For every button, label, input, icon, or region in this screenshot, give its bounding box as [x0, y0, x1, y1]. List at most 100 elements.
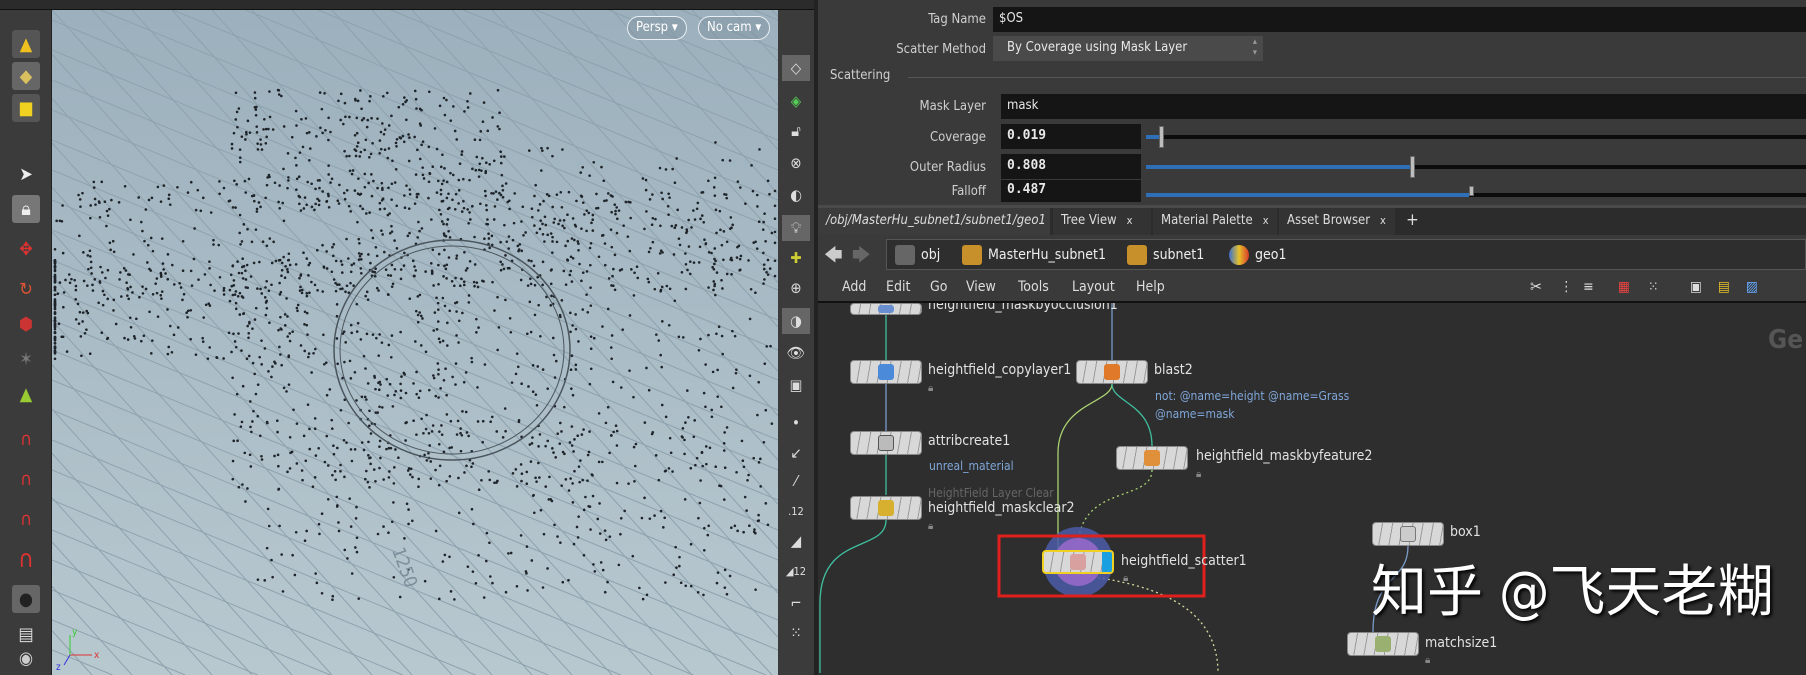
point-normals-icon[interactable]: ↙: [782, 440, 810, 466]
tab-network-path[interactable]: /obj/MasterHu_subnet1/subnet1/geo1x: [818, 208, 1062, 235]
scale-icon[interactable]: ⬢: [12, 310, 40, 338]
breadcrumb-obj[interactable]: obj: [895, 245, 940, 265]
scatter-point: [336, 362, 339, 366]
scatter-point: [53, 273, 57, 277]
scatter-point: [267, 524, 271, 528]
scatter-point: [346, 557, 349, 560]
falloff-input[interactable]: 0.487: [1001, 180, 1141, 202]
snap-point-icon[interactable]: ∩: [12, 505, 40, 533]
handle-icon[interactable]: ▲: [12, 380, 40, 408]
camera-menu-button[interactable]: No cam ▾: [698, 16, 771, 40]
geometry-select-icon[interactable]: ■: [12, 94, 40, 122]
select-arrow-icon[interactable]: ➤: [12, 160, 40, 188]
back-arrow-icon[interactable]: 🡄: [824, 243, 843, 273]
headlight-off-icon[interactable]: ⊗: [782, 150, 810, 176]
node-heightfield-scatter[interactable]: [1042, 550, 1114, 574]
component-select-icon[interactable]: ◆: [12, 62, 40, 90]
shading-icon[interactable]: ◐: [782, 182, 810, 208]
mask-layer-input[interactable]: mask: [1001, 94, 1806, 119]
node-maskbyocclusion[interactable]: [850, 303, 922, 315]
outer-radius-slider[interactable]: [1146, 156, 1806, 178]
tools-icon[interactable]: ✂: [1530, 277, 1542, 296]
scatter-method-dropdown[interactable]: By Coverage using Mask Layer ▴ ▾: [993, 36, 1263, 61]
scene-viewport[interactable]: 1250 x y z Persp ▾ No cam ▾: [52, 10, 778, 675]
close-tab-icon[interactable]: x: [1380, 214, 1386, 227]
checker-shading-icon[interactable]: ◑: [782, 308, 810, 334]
scatter-point: [468, 178, 471, 182]
scatter-point: [464, 371, 468, 374]
snap-curve-icon[interactable]: ∩: [12, 465, 40, 493]
outer-radius-input[interactable]: 0.808: [1001, 154, 1141, 179]
tag-name-input[interactable]: $OS: [993, 7, 1806, 32]
construction-plane-icon[interactable]: ◈: [782, 88, 810, 114]
list-icon[interactable]: ≡: [1583, 279, 1594, 295]
network-editor[interactable]: heightfield_maskbyocclusion1 heightfield…: [818, 303, 1806, 675]
rotate-icon[interactable]: ↻: [12, 275, 40, 303]
coverage-input[interactable]: 0.019: [1001, 124, 1141, 149]
translate-icon[interactable]: ✥: [12, 235, 40, 263]
tab-tree-view[interactable]: Tree View x: [1053, 208, 1151, 235]
menu-edit[interactable]: Edit: [886, 279, 910, 295]
object-select-icon[interactable]: ▲: [12, 30, 40, 58]
menu-tools[interactable]: Tools: [1018, 279, 1049, 295]
point-numbers-icon[interactable]: .12: [782, 498, 810, 524]
breadcrumb-geo1[interactable]: geo1: [1229, 245, 1286, 265]
view-options-icon[interactable]: 👁︎: [782, 340, 810, 366]
menu-add[interactable]: Add: [842, 279, 866, 295]
coverage-slider[interactable]: [1146, 126, 1806, 148]
menu-view[interactable]: View: [966, 279, 996, 295]
visualizer-icon[interactable]: ▣: [782, 372, 810, 398]
menu-go[interactable]: Go: [930, 279, 947, 295]
light-place-icon[interactable]: ⊕: [782, 275, 810, 301]
node-heightfield-copylayer[interactable]: [850, 360, 922, 384]
breadcrumb-masterhu-subnet1[interactable]: MasterHu_subnet1: [962, 245, 1106, 265]
close-tab-icon[interactable]: x: [1263, 214, 1269, 227]
lock-select-icon[interactable]: 🔒︎: [12, 195, 40, 223]
shape-palette-icon[interactable]: ⁙: [1648, 279, 1659, 295]
falloff-slider[interactable]: [1146, 186, 1806, 197]
forward-arrow-icon[interactable]: 🡆: [852, 243, 871, 273]
add-tab-button[interactable]: +: [1398, 208, 1427, 235]
menu-help[interactable]: Help: [1136, 279, 1165, 295]
light-add-icon[interactable]: ✚: [782, 245, 810, 271]
node-heightfield-maskbyfeature[interactable]: [1116, 446, 1188, 470]
grid-points-icon[interactable]: ⁙: [782, 620, 810, 646]
lock-camera-icon[interactable]: 🔓︎: [782, 118, 810, 144]
tree-layout-icon[interactable]: ⋮: [1560, 279, 1573, 295]
pose-icon[interactable]: ✶: [12, 345, 40, 373]
color-palette-icon[interactable]: ▦: [1618, 279, 1630, 295]
light-bulb-icon[interactable]: 💡︎: [782, 215, 810, 241]
perspective-menu-button[interactable]: Persp ▾: [627, 16, 687, 40]
breadcrumb-subnet1[interactable]: subnet1: [1127, 245, 1204, 265]
node-attribcreate[interactable]: [850, 431, 922, 455]
snap-magnet-icon[interactable]: ∩: [12, 545, 40, 573]
tab-asset-browser[interactable]: Asset Browser x: [1279, 208, 1395, 235]
scatter-point: [315, 248, 319, 252]
prim-numbers-icon[interactable]: ◢12: [782, 558, 810, 584]
node-matchsize[interactable]: [1347, 632, 1419, 656]
tab-material-palette[interactable]: Material Palette x: [1153, 208, 1277, 235]
background-image-icon[interactable]: ▨: [1746, 279, 1758, 295]
scatter-point: [369, 94, 372, 98]
display-grid-icon[interactable]: ◇: [782, 55, 810, 81]
scatter-point: [242, 264, 246, 268]
snap-grid-icon[interactable]: ∩: [12, 425, 40, 453]
sticky-note-icon[interactable]: ▤: [1718, 279, 1730, 295]
edge-display-icon[interactable]: ⌐: [782, 590, 810, 616]
node-heightfield-maskclear[interactable]: [850, 496, 922, 520]
prim-display-icon[interactable]: ◢: [782, 528, 810, 554]
scatter-point: [473, 263, 477, 266]
scatter-point: [408, 188, 412, 191]
camera-reel-icon[interactable]: ◉: [12, 644, 40, 672]
scatter-point: [264, 142, 268, 145]
menu-layout[interactable]: Layout: [1072, 279, 1115, 295]
point-brush-icon[interactable]: ⁄: [782, 468, 810, 494]
render-icon[interactable]: ●: [12, 585, 40, 613]
network-box-icon[interactable]: ▣: [1690, 279, 1702, 295]
node-box[interactable]: [1372, 522, 1444, 546]
scatter-point: [380, 341, 384, 344]
point-display-icon[interactable]: •: [782, 410, 810, 436]
scatter-point: [377, 354, 381, 357]
close-tab-icon[interactable]: x: [1127, 214, 1133, 227]
node-blast[interactable]: [1076, 360, 1148, 384]
